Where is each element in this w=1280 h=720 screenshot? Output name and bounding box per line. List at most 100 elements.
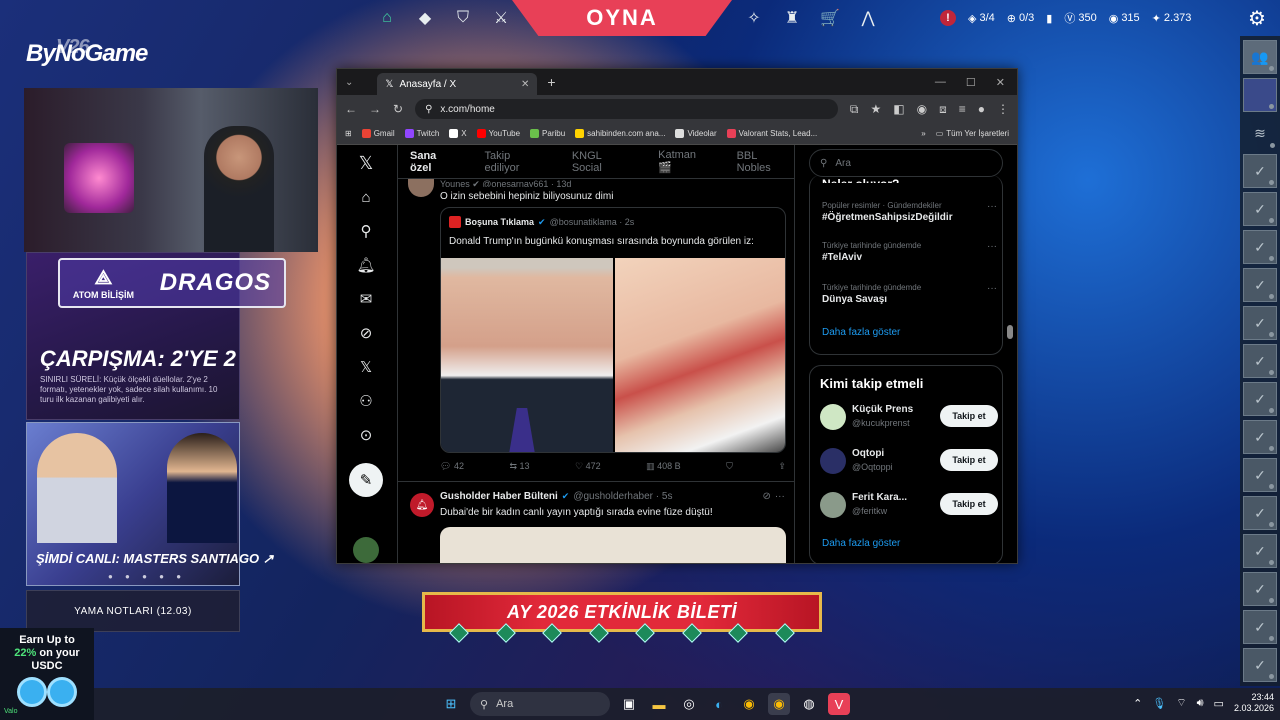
- career-icon[interactable]: ◆: [406, 0, 444, 36]
- bookmark-star-icon[interactable]: ★: [871, 102, 882, 116]
- bookmark-icon[interactable]: ⛉: [726, 461, 733, 472]
- friend-slot[interactable]: ✓: [1243, 420, 1277, 454]
- extension-icon[interactable]: ◉: [917, 102, 927, 116]
- show-more-link[interactable]: Daha fazla göster: [822, 327, 900, 338]
- rank-icon[interactable]: ⋀: [849, 0, 887, 36]
- friend-slot[interactable]: ✓: [1243, 610, 1277, 644]
- esports-title[interactable]: ŞİMDİ CANLI: MASTERS SANTIAGO ↗: [36, 551, 274, 567]
- share-icon[interactable]: ⇪: [778, 461, 786, 472]
- chrome-active-icon[interactable]: ◉: [768, 693, 790, 715]
- bookmark-valorant-stats[interactable]: Valorant Stats, Lead...: [726, 129, 817, 138]
- premium-x-icon[interactable]: 𝕏: [354, 357, 378, 377]
- chrome-icon[interactable]: ◉: [738, 693, 760, 715]
- views-button[interactable]: ▥ 408 B: [646, 461, 681, 472]
- player-avatar[interactable]: [1243, 78, 1277, 112]
- cast-icon[interactable]: ⧉: [850, 102, 859, 117]
- follow-button[interactable]: Takip et: [940, 449, 998, 471]
- more-bookmarks-icon[interactable]: »: [921, 129, 925, 138]
- patch-notes-button[interactable]: YAMA NOTLARI (12.03): [26, 590, 240, 632]
- taskbar-search[interactable]: ⚲ Ara: [470, 692, 610, 716]
- collection-icon[interactable]: ⚔: [482, 0, 520, 36]
- battery-icon[interactable]: ▭: [1214, 697, 1224, 710]
- steam-icon[interactable]: ◎: [678, 693, 700, 715]
- follow-button[interactable]: Takip et: [940, 493, 998, 515]
- friend-slot[interactable]: ✓: [1243, 192, 1277, 226]
- show-more-link[interactable]: Daha fazla göster: [822, 538, 900, 549]
- card-icon[interactable]: ▮: [1046, 12, 1052, 25]
- valorant-icon[interactable]: V: [828, 693, 850, 715]
- home-icon[interactable]: ⌂: [368, 0, 406, 36]
- more-icon[interactable]: ⊙: [354, 425, 378, 445]
- quote-image-left[interactable]: [441, 258, 613, 452]
- x-logo-icon[interactable]: 𝕏: [354, 153, 378, 173]
- back-icon[interactable]: ←: [345, 102, 357, 116]
- tab-katman[interactable]: Katman 🎬: [658, 149, 712, 174]
- friends-icon[interactable]: 👥: [1243, 40, 1277, 74]
- bookmark-youtube[interactable]: YouTube: [476, 129, 520, 138]
- tab-search-icon[interactable]: ⌄: [345, 77, 353, 88]
- edge-icon[interactable]: ◐: [708, 693, 730, 715]
- friend-slot[interactable]: ✓: [1243, 458, 1277, 492]
- account-avatar[interactable]: [353, 537, 379, 563]
- tab-following[interactable]: Takip ediliyor: [485, 150, 548, 174]
- bookmark-x[interactable]: X: [449, 129, 467, 138]
- bookmark-sahibinden[interactable]: sahibinden.com ana...: [575, 129, 665, 138]
- menu-icon[interactable]: ⋮: [997, 102, 1009, 116]
- like-button[interactable]: ♡ 472: [575, 461, 601, 472]
- battlepass-icon[interactable]: ✧: [735, 0, 773, 36]
- chevron-up-icon[interactable]: ⌃: [1133, 697, 1142, 710]
- extension-icon[interactable]: ◧: [893, 102, 904, 116]
- grok-icon[interactable]: ⊘: [354, 323, 378, 343]
- scrollbar[interactable]: [1007, 325, 1013, 339]
- follow-button[interactable]: Takip et: [940, 405, 998, 427]
- tweet-author[interactable]: Gusholder Haber Bülteni: [440, 491, 558, 502]
- friend-slot[interactable]: ✓: [1243, 496, 1277, 530]
- home-icon[interactable]: ⌂: [354, 187, 378, 207]
- store-icon[interactable]: 🛒: [811, 0, 849, 36]
- suggestion-item[interactable]: Ferit Kara... @feritkw Takip et: [820, 490, 998, 520]
- microphone-icon[interactable]: 🎙︎: [1152, 697, 1166, 710]
- reply-button[interactable]: 💬︎ 42: [440, 461, 464, 472]
- maximize-icon[interactable]: ☐: [966, 76, 976, 89]
- quoted-tweet[interactable]: Boşuna Tıklama ✔ @bosunatiklama · 2s Don…: [440, 207, 786, 453]
- post-feather-icon[interactable]: ✎: [349, 463, 383, 497]
- wifi-icon[interactable]: ⌔: [1176, 696, 1186, 710]
- suggestion-item[interactable]: Küçük Prens @kucukprenst Takip et: [820, 402, 998, 432]
- address-bar[interactable]: ⚲ x.com/home: [415, 99, 838, 119]
- tab-bbl-nobles[interactable]: BBL Nobles: [737, 150, 794, 174]
- bookmark-gmail[interactable]: Gmail: [361, 129, 395, 138]
- more-options-icon[interactable]: ···: [775, 491, 785, 502]
- close-tab-icon[interactable]: ✕: [521, 79, 529, 90]
- obs-icon[interactable]: ◍: [798, 693, 820, 715]
- friend-slot[interactable]: ✓: [1243, 534, 1277, 568]
- forward-icon[interactable]: →: [369, 102, 381, 116]
- tweet-avatar[interactable]: [408, 179, 434, 197]
- broadcast-icon[interactable]: ≋: [1243, 116, 1277, 150]
- quote-image-right[interactable]: [615, 258, 785, 452]
- trend-item[interactable]: Popüler resimler · Gündemdekiler #Öğretm…: [822, 201, 997, 223]
- friend-slot[interactable]: ✓: [1243, 344, 1277, 378]
- start-windows-icon[interactable]: ⊞: [440, 693, 462, 715]
- esports-icon[interactable]: ♜: [773, 0, 811, 36]
- friend-slot[interactable]: ✓: [1243, 154, 1277, 188]
- friend-slot[interactable]: ✓: [1243, 648, 1277, 682]
- carousel-dots[interactable]: ● ● ● ● ●: [108, 572, 186, 581]
- settings-gear-icon[interactable]: ⚙: [1248, 6, 1266, 31]
- crypto-ad[interactable]: Earn Up to 22% on your USDC: [0, 628, 94, 720]
- trend-item[interactable]: Türkiye tarihinde gündemde #TelAviv ···: [822, 241, 997, 263]
- tweet-media[interactable]: [440, 527, 786, 563]
- new-tab-icon[interactable]: +: [547, 74, 555, 90]
- reload-icon[interactable]: ↻: [393, 102, 403, 116]
- browser-tab[interactable]: 𝕏 Anasayfa / X ✕: [377, 73, 538, 95]
- close-window-icon[interactable]: ✕: [996, 76, 1005, 89]
- friend-slot[interactable]: ✓: [1243, 230, 1277, 264]
- alert-icon[interactable]: !: [940, 10, 956, 26]
- bookmark-paribu[interactable]: Paribu: [530, 129, 565, 138]
- tweet-avatar[interactable]: 🔔︎: [410, 493, 434, 517]
- bookmark-twitch[interactable]: Twitch: [404, 129, 439, 138]
- minimize-icon[interactable]: —: [935, 76, 946, 89]
- extensions-puzzle-icon[interactable]: ⧈: [939, 102, 947, 117]
- explore-search-icon[interactable]: ⚲: [354, 221, 378, 241]
- bookmark-videolar[interactable]: Videolar: [675, 129, 717, 138]
- media-icon[interactable]: ≡: [959, 102, 966, 116]
